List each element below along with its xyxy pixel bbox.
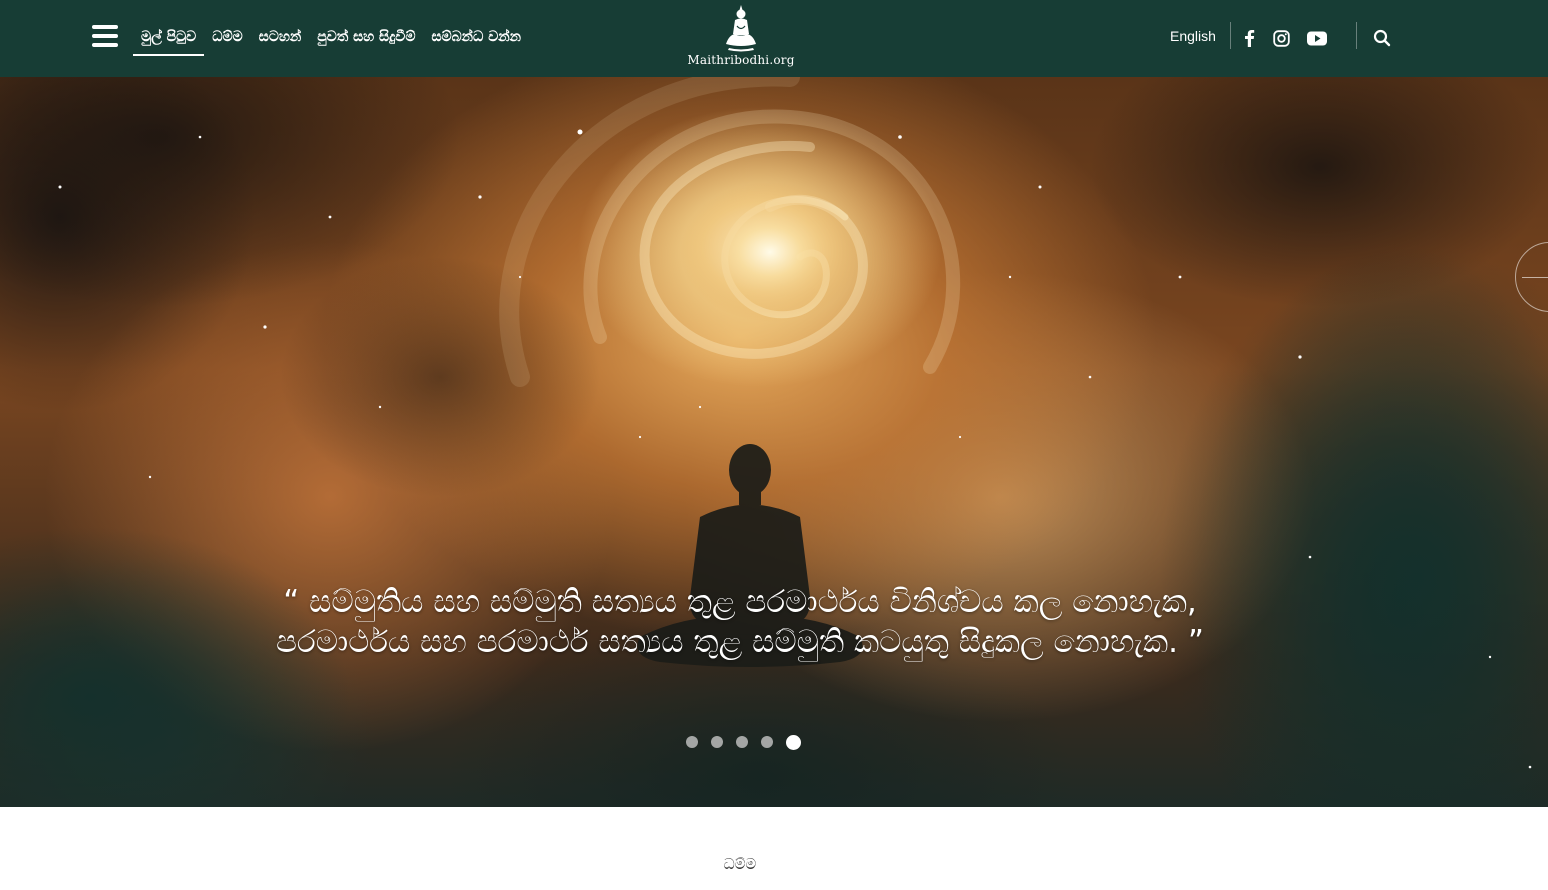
nav-item-news-events[interactable]: පුවත් සහ සිදුවීම් [309,0,423,77]
quote-line-1: “ සම්මුතිය සහ සම්මුති සත්‍යය තුළ පරමාර්ථ… [283,584,1197,620]
section-category-label: ධම්ම [723,855,757,873]
youtube-icon[interactable] [1306,27,1328,49]
nav-item-notes[interactable]: සටහන් [251,0,310,77]
nav-item-contact[interactable]: සම්බන්ධ වන්න [423,0,529,77]
slide-dot-2[interactable] [711,736,723,748]
site-logo[interactable]: Maithribodhi.org [686,4,796,72]
slide-dot-5[interactable] [786,734,801,750]
hero-quote: “ සම්මුතිය සහ සම්මුති සත්‍යය තුළ පරමාර්ථ… [120,582,1360,662]
main-nav: මුල් පිටුව ධම්ම සටහන් පුවත් සහ සිදුවීම් … [133,0,529,77]
meditating-figure-image [637,444,863,667]
divider [1230,22,1231,49]
hero-slider: “ සම්මුතිය සහ සම්මුති සත්‍යය තුළ පරමාර්ථ… [0,77,1548,807]
search-icon[interactable] [1373,29,1393,49]
nav-item-home[interactable]: මුල් පිටුව [133,0,205,77]
site-header: මුල් පිටුව ධම්ම සටහන් පුවත් සහ සිදුවීම් … [0,0,1548,77]
slider-pagination [686,734,814,750]
facebook-icon[interactable] [1238,27,1260,49]
quote-line-2: පරමාර්ථය සහ පරමාර්ථ සත්‍යය තුළ සම්මුති ක… [276,624,1204,660]
slide-dot-3[interactable] [736,736,748,748]
section-heading-partial [130,879,1130,890]
slide-dot-4[interactable] [761,736,773,748]
language-switch[interactable]: English [1170,28,1216,44]
logo-text: Maithribodhi.org [687,53,795,67]
nav-item-dhamma[interactable]: ධම්ම [204,0,251,77]
instagram-icon[interactable] [1270,27,1292,49]
slide-dot-1[interactable] [686,736,698,748]
hamburger-menu-icon[interactable] [92,25,118,48]
buddha-logo-icon [726,5,756,52]
header-tools: English [1148,0,1548,77]
divider [1356,22,1357,49]
